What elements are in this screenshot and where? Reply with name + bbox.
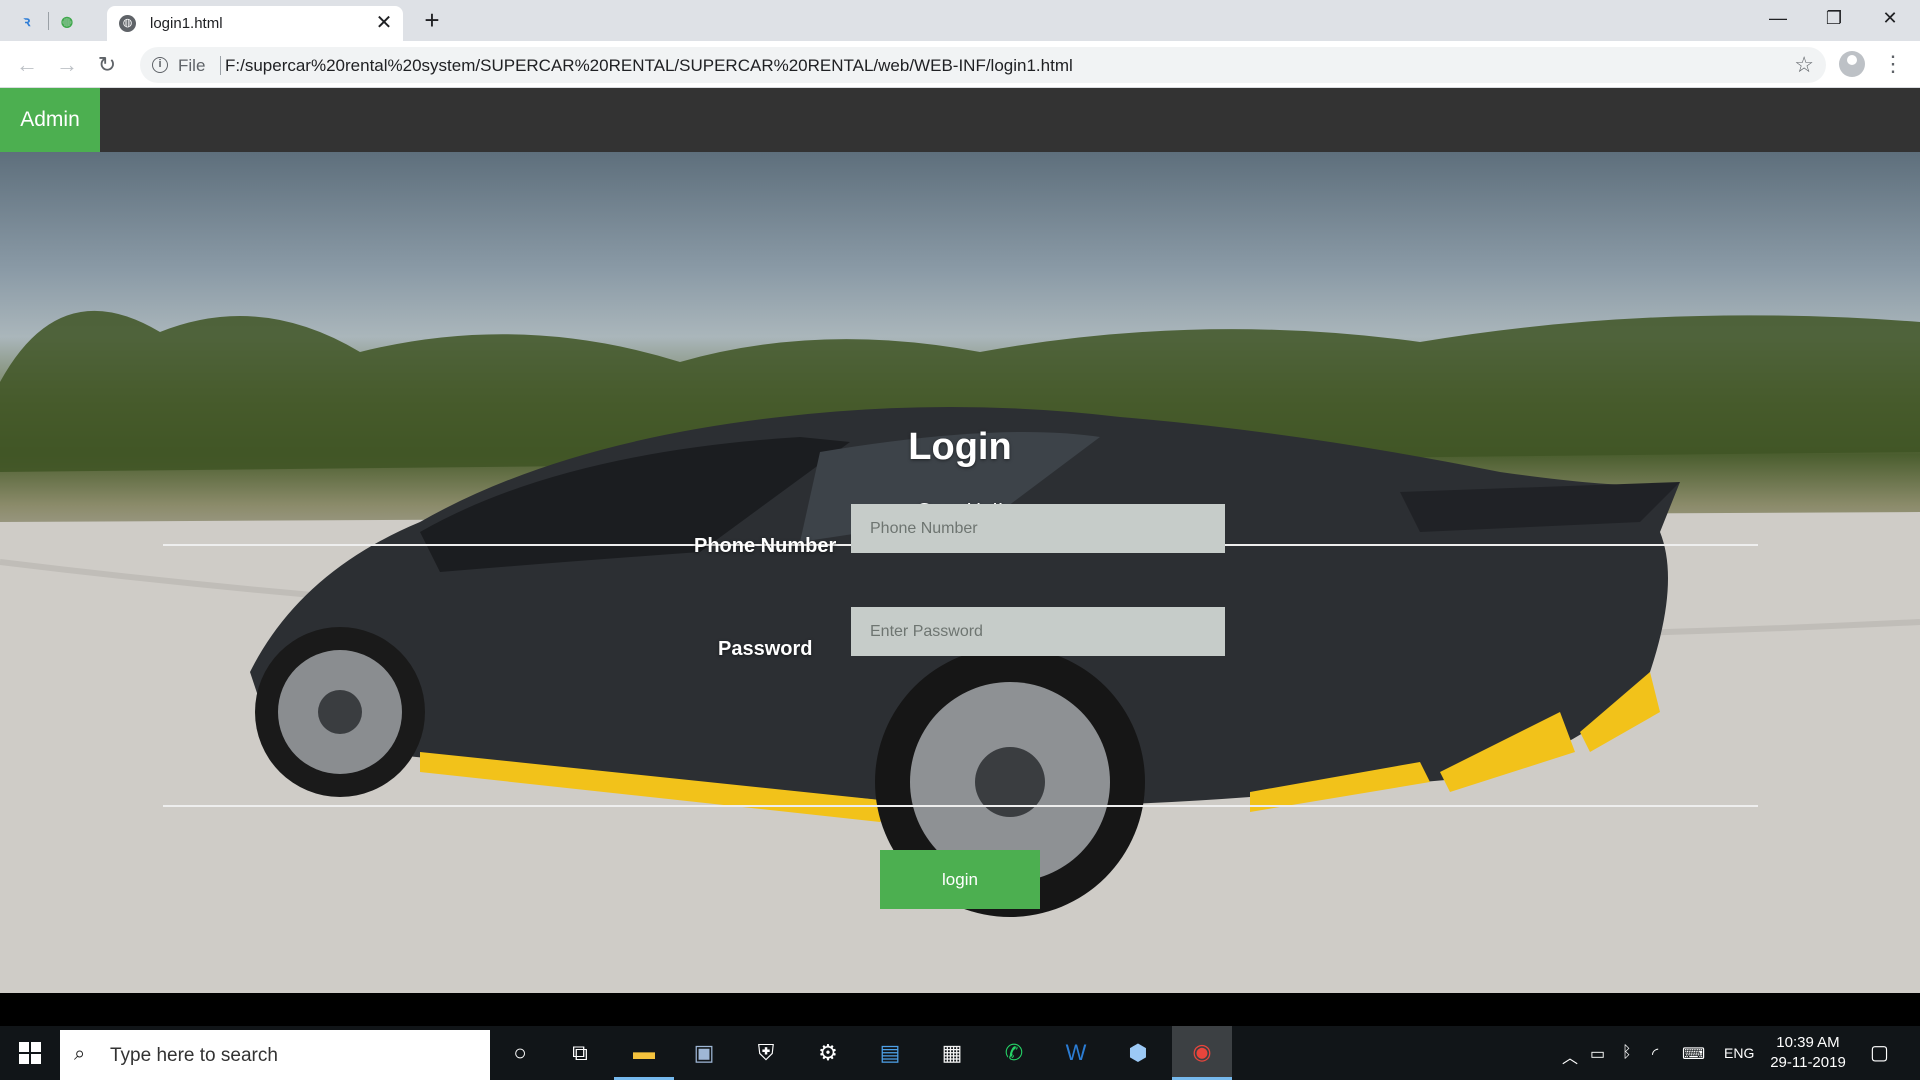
password-input[interactable]: [851, 607, 1225, 656]
restore-button[interactable]: ❐: [1806, 0, 1862, 36]
clock[interactable]: 10:39 AM 29-11-2019: [1760, 1033, 1856, 1073]
pinned-tab-2-icon[interactable]: ◍: [54, 8, 80, 34]
wifi-icon[interactable]: ◜: [1652, 1044, 1658, 1064]
task-view-icon[interactable]: ⧉: [550, 1026, 610, 1080]
reload-icon[interactable]: ↻: [92, 50, 122, 80]
phone-input[interactable]: [851, 504, 1225, 553]
url-text[interactable]: F:/supercar%20rental%20system/SUPERCAR%2…: [225, 56, 1073, 76]
clock-date: 29-11-2019: [1770, 1054, 1846, 1071]
chrome-icon[interactable]: ◉: [1172, 1026, 1232, 1080]
settings-icon[interactable]: ⚙: [798, 1026, 858, 1080]
globe-icon: ◍: [119, 15, 136, 32]
info-icon[interactable]: i: [152, 57, 168, 73]
window-close-button[interactable]: ✕: [1862, 0, 1918, 36]
tab-title: login1.html: [150, 15, 223, 32]
windows-start-icon[interactable]: [0, 1026, 60, 1080]
new-tab-button[interactable]: +: [418, 6, 446, 34]
login-button[interactable]: login: [880, 850, 1040, 909]
defender-icon[interactable]: ⛨: [736, 1026, 796, 1080]
notifications-icon[interactable]: ▢: [1870, 1040, 1889, 1065]
divider-bottom: [163, 805, 1758, 807]
file-label: File: [178, 56, 206, 75]
store-icon[interactable]: ▦: [922, 1026, 982, 1080]
browser-toolbar: ← → ↻ i File F:/supercar%20rental%20syst…: [0, 41, 1920, 88]
password-label: Password: [718, 638, 813, 660]
file-explorer-icon[interactable]: ▬: [614, 1026, 674, 1080]
windows-taskbar: ⌕ Type here to search ○ ⧉ ▬ ▣ ⛨ ⚙ ▤ ▦ ✆ …: [0, 1026, 1920, 1080]
pinned-tab-separator: [48, 12, 49, 30]
box-icon[interactable]: ⬢: [1108, 1026, 1168, 1080]
pinned-tab-1-icon[interactable]: ꝛ: [14, 8, 40, 34]
phone-label: Phone Number: [694, 535, 837, 557]
login-title: Login: [908, 426, 1012, 468]
omnibox-separator: [220, 56, 221, 75]
back-icon[interactable]: ←: [12, 50, 42, 80]
browser-tabbar: ꝛ ◍ ◍ login1.html ✕ + — ❐ ✕: [0, 0, 1920, 41]
profile-icon[interactable]: [1839, 51, 1865, 77]
outlook-icon[interactable]: ▤: [860, 1026, 920, 1080]
minimize-button[interactable]: —: [1750, 0, 1806, 36]
battery-icon[interactable]: ▭: [1590, 1044, 1605, 1064]
tab-close-icon[interactable]: ✕: [373, 12, 395, 34]
nav-admin-link[interactable]: Admin: [0, 88, 100, 152]
cortana-icon[interactable]: ○: [490, 1026, 550, 1080]
word-icon[interactable]: W: [1046, 1026, 1106, 1080]
tray-chevron-icon[interactable]: ︿: [1562, 1044, 1578, 1068]
address-bar[interactable]: i File F:/supercar%20rental%20system/SUP…: [140, 47, 1826, 83]
web-page: Admin Login Phone Number Phone Number Pa…: [0, 88, 1920, 993]
whatsapp-icon[interactable]: ✆: [984, 1026, 1044, 1080]
forward-icon[interactable]: →: [52, 50, 82, 80]
tab-login1[interactable]: ◍ login1.html ✕: [107, 6, 403, 41]
top-navbar: Admin: [0, 88, 1920, 152]
star-icon[interactable]: ☆: [1794, 52, 1814, 78]
menu-icon[interactable]: ⋮: [1882, 49, 1904, 79]
bluetooth-icon[interactable]: ᛒ: [1622, 1044, 1632, 1062]
clock-time: 10:39 AM: [1776, 1034, 1840, 1051]
taskbar-search[interactable]: ⌕ Type here to search: [60, 1030, 490, 1080]
taskbar-search-placeholder: Type here to search: [110, 1045, 278, 1066]
language-indicator[interactable]: ENG: [1724, 1045, 1754, 1061]
search-icon: ⌕: [74, 1043, 86, 1065]
photos-icon[interactable]: ▣: [674, 1026, 734, 1080]
keyboard-icon[interactable]: ⌨: [1682, 1044, 1705, 1064]
